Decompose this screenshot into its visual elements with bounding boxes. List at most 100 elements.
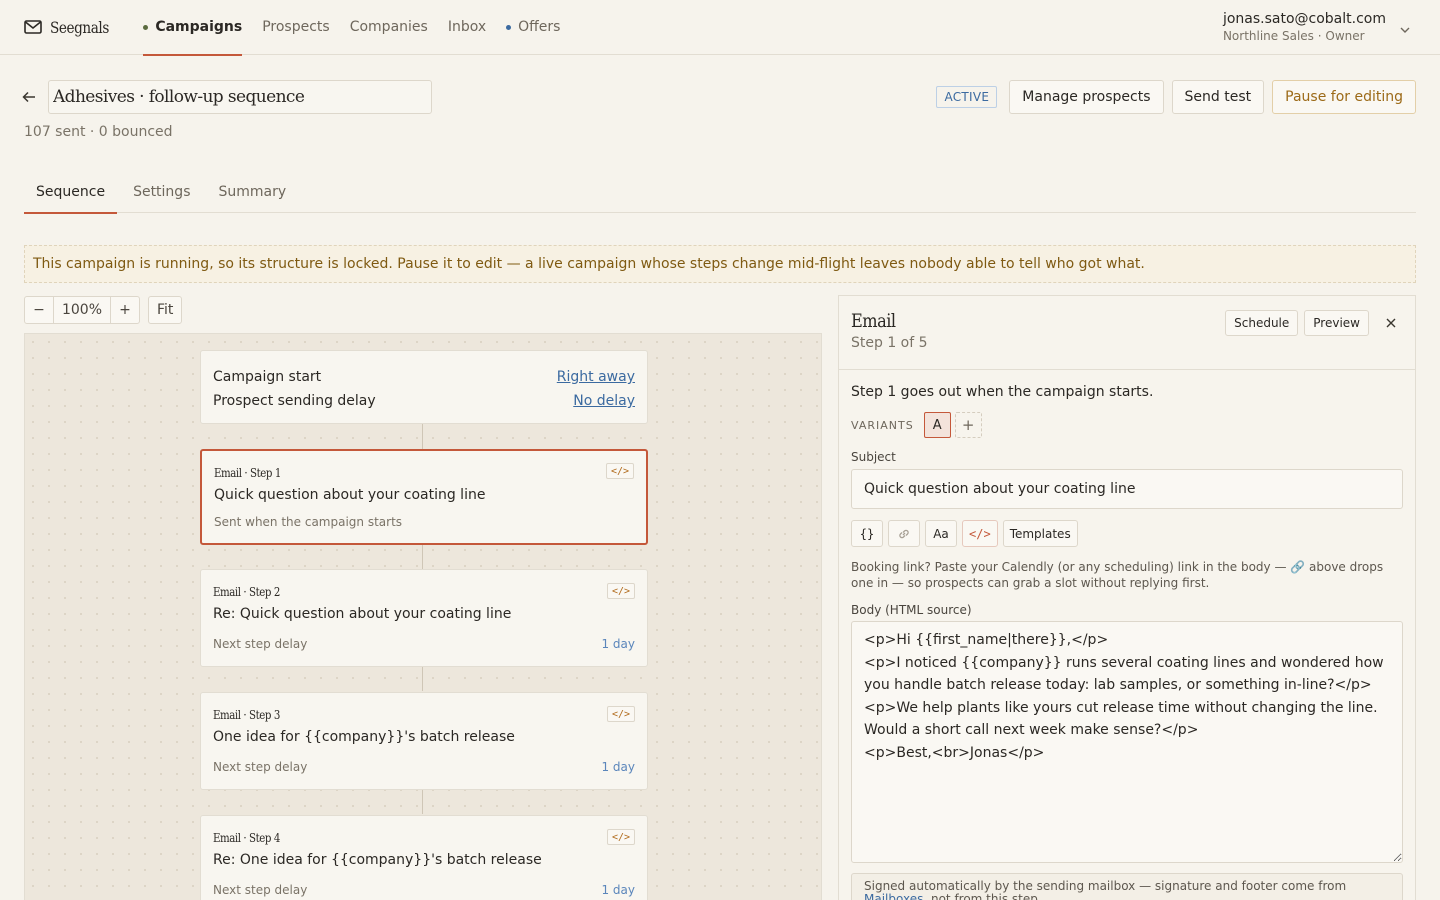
status-dot: [506, 24, 512, 30]
account-menu[interactable]: jonas.sato@cobalt.com Northline Sales · …: [1223, 11, 1410, 43]
manage-prospects-button[interactable]: Manage prospects: [1009, 80, 1164, 114]
campaign-stats: 107 sent · 0 bounced: [24, 124, 173, 140]
nav-item-companies[interactable]: Companies: [350, 0, 428, 55]
step-delay[interactable]: 1 day: [601, 760, 635, 774]
code-icon: </>: [607, 829, 635, 845]
nav-item-prospects[interactable]: Prospects: [262, 0, 329, 55]
code-icon: </>: [607, 706, 635, 722]
tab-summary[interactable]: Summary: [206, 172, 298, 213]
insert-variable-button[interactable]: {}: [851, 520, 883, 547]
nav-item-offers[interactable]: Offers: [506, 0, 560, 55]
step-card-2[interactable]: Email · Step 2 </> Re: Quick question ab…: [200, 569, 648, 667]
pause-for-editing-button[interactable]: Pause for editing: [1272, 80, 1416, 114]
add-variant-button[interactable]: +: [954, 412, 982, 438]
step-footer-text: Next step delay: [213, 637, 308, 651]
step-label: Email · Step 2: [213, 585, 280, 599]
step-subject: Re: One idea for {{company}}'s batch rel…: [213, 852, 542, 868]
variants: VARIANTS A +: [851, 412, 1403, 438]
variant-a-tab[interactable]: A: [923, 412, 951, 438]
nav-item-label: Inbox: [447, 19, 487, 35]
font-button[interactable]: Aa: [925, 520, 957, 547]
step-footer: Sent when the campaign starts: [214, 515, 634, 529]
connector-line: [422, 544, 423, 569]
code-view-button[interactable]: </>: [962, 520, 998, 547]
brand[interactable]: Seegnals: [24, 18, 119, 37]
sequence-canvas[interactable]: Campaign start Right away Prospect sendi…: [24, 333, 822, 900]
campaign-start-card[interactable]: Campaign start Right away Prospect sendi…: [200, 350, 648, 424]
chevron-down-icon: [1400, 21, 1410, 37]
variants-label: VARIANTS: [851, 418, 914, 432]
link-icon[interactable]: [888, 520, 920, 547]
fit-button[interactable]: Fit: [148, 296, 183, 324]
panel-subtitle: Step 1 of 5: [851, 335, 928, 351]
step-delay[interactable]: 1 day: [601, 883, 635, 897]
tab-settings[interactable]: Settings: [121, 172, 202, 213]
signature-note-tail: , not from this step.: [923, 892, 1042, 900]
step-card-4[interactable]: Email · Step 4 </> Re: One idea for {{co…: [200, 815, 648, 900]
status-dot: [143, 24, 149, 30]
step-label: Email · Step 4: [213, 831, 280, 845]
step-subject: One idea for {{company}}'s batch release: [213, 729, 515, 745]
signature-note: Signed automatically by the sending mail…: [851, 873, 1403, 900]
prospect-delay-label: Prospect sending delay: [213, 393, 376, 409]
zoom-in-button[interactable]: +: [111, 297, 139, 323]
account-email: jonas.sato@cobalt.com: [1222, 11, 1386, 27]
panel-actions: Schedule Preview: [1225, 310, 1403, 336]
nav-item-inbox[interactable]: Inbox: [448, 0, 486, 55]
step-card-1[interactable]: Email · Step 1 </> Quick question about …: [200, 449, 648, 545]
send-test-button[interactable]: Send test: [1171, 80, 1265, 114]
campaign-start-link[interactable]: Right away: [557, 369, 635, 385]
step-subject: Re: Quick question about your coating li…: [213, 606, 512, 622]
step-footer: Next step delay 1 day: [213, 883, 635, 897]
step-footer-text: Sent when the campaign starts: [214, 515, 403, 529]
zoom-group: − 100% +: [24, 296, 140, 324]
connector-line: [422, 424, 423, 449]
zoom-controls: − 100% + Fit: [24, 296, 183, 324]
email-step-panel: Email Step 1 of 5 Schedule Preview Step …: [838, 295, 1416, 900]
preview-button[interactable]: Preview: [1304, 310, 1369, 336]
booking-link-tip: Booking link? Paste your Calendly (or an…: [851, 560, 1384, 590]
account-org: Northline Sales · Owner: [1222, 29, 1365, 43]
close-icon[interactable]: [1379, 311, 1403, 335]
campaign-start-row: Campaign start Right away: [213, 365, 635, 389]
nav-items: Campaigns Prospects Companies Inbox Offe…: [143, 0, 560, 56]
editor-toolbar: {} Aa </> Templates: [851, 520, 1403, 547]
status-badge: ACTIVE: [936, 86, 998, 108]
mailboxes-link[interactable]: Mailboxes: [864, 892, 923, 900]
code-icon: </>: [606, 463, 634, 479]
step-delay[interactable]: 1 day: [601, 637, 635, 651]
step-label: Email · Step 3: [213, 708, 280, 722]
signature-note-text: Signed automatically by the sending mail…: [864, 879, 1347, 893]
subject-input[interactable]: [851, 469, 1403, 509]
mail-icon: [24, 20, 42, 34]
campaign-start-label: Campaign start: [213, 369, 322, 385]
body-html-textarea[interactable]: <p>Hi {{first_name|there}},</p> <p>I not…: [851, 621, 1403, 863]
templates-button[interactable]: Templates: [1002, 520, 1078, 547]
connector-line: [422, 666, 423, 691]
step-label: Email · Step 1: [214, 466, 281, 480]
campaign-name-input[interactable]: [48, 80, 432, 114]
nav-item-label: Offers: [518, 19, 561, 35]
body-label: Body (HTML source): [851, 603, 972, 617]
zoom-level: 100%: [53, 297, 111, 323]
zoom-out-button[interactable]: −: [25, 297, 53, 323]
schedule-button[interactable]: Schedule: [1225, 310, 1299, 336]
nav-item-label: Companies: [349, 19, 428, 35]
nav-item-campaigns[interactable]: Campaigns: [143, 0, 243, 56]
step-footer: Next step delay 1 day: [213, 760, 635, 774]
nav-item-label: Campaigns: [155, 19, 243, 35]
header-actions: ACTIVE Manage prospects Send test Pause …: [936, 80, 1416, 114]
arrow-left-icon[interactable]: [22, 86, 40, 108]
brand-name: Seegnals: [50, 17, 109, 37]
connector-line: [422, 789, 423, 814]
step-subject: Quick question about your coating line: [214, 487, 486, 503]
tab-sequence[interactable]: Sequence: [24, 172, 118, 214]
code-icon: </>: [607, 583, 635, 599]
top-nav: Seegnals Campaigns Prospects Companies I…: [0, 0, 1440, 56]
prospect-delay-row: Prospect sending delay No delay: [213, 389, 635, 413]
panel-title: Email: [851, 310, 896, 332]
step-card-3[interactable]: Email · Step 3 </> One idea for {{compan…: [200, 692, 648, 790]
panel-body: Step 1 goes out when the campaign starts…: [839, 370, 1415, 900]
prospect-delay-link[interactable]: No delay: [573, 393, 635, 409]
nav-item-label: Prospects: [262, 19, 330, 35]
